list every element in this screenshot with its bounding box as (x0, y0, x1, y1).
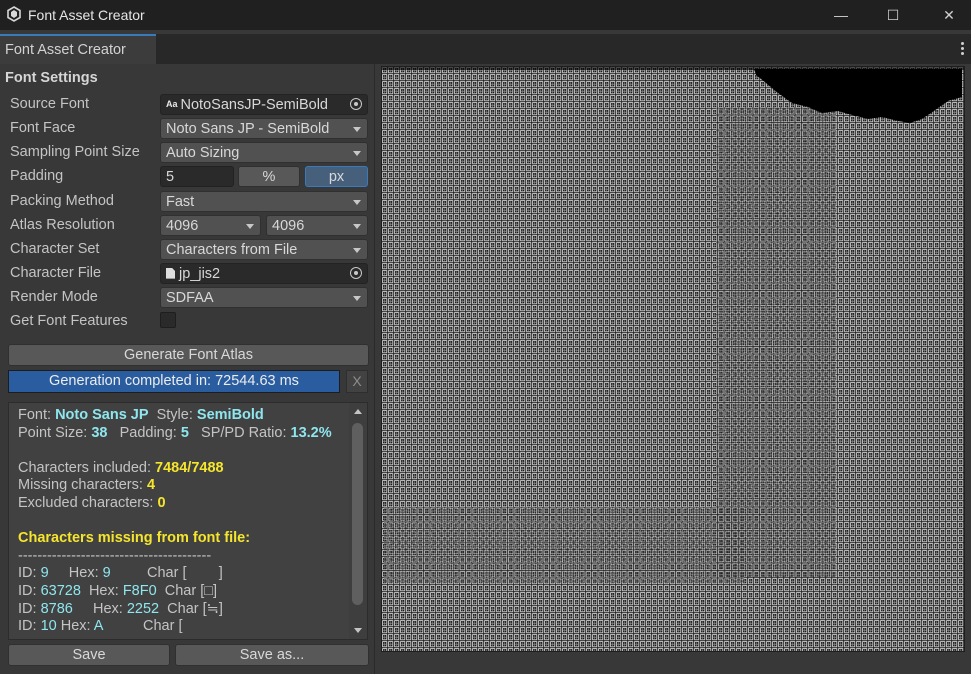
window-title: Font Asset Creator (28, 7, 145, 23)
chevron-down-icon (246, 224, 254, 229)
atlas-height-dropdown[interactable]: 4096 (266, 215, 368, 236)
atlas-width-dropdown[interactable]: 4096 (160, 215, 261, 236)
font-name-label: Font: (18, 407, 52, 423)
font-atlas-texture (382, 67, 964, 651)
font-face-dropdown[interactable]: Noto Sans JP - SemiBold (160, 118, 368, 139)
report-text: Font: Noto Sans JP Style: SemiBold Point… (18, 407, 348, 636)
character-set-dropdown[interactable]: Characters from File (160, 239, 368, 260)
save-button[interactable]: Save (8, 644, 170, 666)
chevron-down-icon (353, 151, 361, 156)
panel-divider[interactable] (374, 64, 375, 674)
chevron-down-icon (353, 248, 361, 253)
sampling-point-size-value: Auto Sizing (166, 145, 240, 161)
render-mode-label: Render Mode (10, 289, 98, 305)
padding-label: Padding (10, 168, 64, 184)
chevron-down-icon (353, 200, 361, 205)
close-button[interactable]: ✕ (934, 4, 964, 26)
chevron-down-icon (353, 127, 361, 132)
tab-font-asset-creator[interactable]: Font Asset Creator (0, 34, 156, 64)
window-titlebar: Font Asset Creator — ☐ ✕ (0, 0, 971, 30)
character-file-field[interactable]: jp_jis2 (160, 263, 368, 284)
render-mode-dropdown[interactable]: SDFAA (160, 287, 368, 308)
get-font-features-label: Get Font Features (10, 313, 128, 329)
tab-bar: Font Asset Creator (0, 34, 971, 64)
source-font-label: Source Font (10, 96, 89, 112)
scroll-thumb[interactable] (352, 423, 363, 605)
font-face-value: Noto Sans JP - SemiBold (166, 121, 330, 137)
font-name-value: Noto Sans JP (55, 407, 149, 423)
included-label: Characters included: (18, 459, 151, 476)
render-mode-value: SDFAA (166, 290, 214, 306)
missing-row: ID: 10 Hex: A Char [ (18, 618, 183, 635)
padding-input[interactable]: 5 (160, 166, 234, 187)
source-font-field[interactable]: Aa NotoSansJP-SemiBold (160, 94, 368, 115)
packing-method-label: Packing Method (10, 193, 114, 209)
generate-font-atlas-button[interactable]: Generate Font Atlas (8, 344, 369, 366)
clear-progress-button[interactable]: X (346, 370, 368, 393)
get-font-features-checkbox[interactable] (160, 312, 176, 328)
more-options-icon[interactable] (961, 42, 965, 56)
missing-value: 4 (146, 477, 156, 494)
character-set-label: Character Set (10, 241, 100, 257)
source-font-value: NotoSansJP-SemiBold (180, 97, 329, 113)
character-set-value: Characters from File (166, 242, 298, 258)
font-asset-icon: Aa (166, 99, 178, 110)
tab-label: Font Asset Creator (5, 42, 126, 58)
missing-row: ID: 9 Hex: 9 Char [ ] (18, 565, 223, 582)
report-scrollbar[interactable] (349, 403, 367, 639)
separator: ---------------------------------------- (18, 547, 212, 564)
sampling-point-size-dropdown[interactable]: Auto Sizing (160, 142, 368, 163)
settings-panel: Font Settings Source Font Aa NotoSansJP-S… (0, 64, 374, 674)
point-size-value: 38 (91, 424, 108, 441)
progress-text: Generation completed in: 72544.63 ms (49, 373, 299, 389)
atlas-width-value: 4096 (166, 218, 199, 234)
generation-progress-bar: Generation completed in: 72544.63 ms (8, 370, 340, 393)
text-file-icon (166, 267, 175, 279)
font-face-label: Font Face (10, 120, 76, 136)
padding-px-button[interactable]: px (305, 166, 368, 187)
character-file-value: jp_jis2 (179, 266, 221, 282)
missing-heading: Characters missing from font file: (18, 530, 251, 547)
padding-percent-button[interactable]: % (238, 166, 300, 187)
chevron-down-icon (353, 224, 361, 229)
ratio-label: SP/PD Ratio: (201, 424, 287, 441)
missing-row: ID: 63728 Hex: F8F0 Char [□] (18, 582, 218, 599)
style-label: Style: (156, 407, 193, 423)
font-atlas-preview (381, 66, 965, 652)
style-value: SemiBold (196, 407, 264, 423)
missing-label: Missing characters: (18, 477, 143, 494)
generation-report: Font: Noto Sans JP Style: SemiBold Point… (8, 402, 368, 640)
minimize-button[interactable]: — (826, 4, 856, 26)
ratio-value: 13.2% (290, 424, 332, 441)
atlas-resolution-label: Atlas Resolution (10, 217, 115, 233)
chevron-down-icon (353, 296, 361, 301)
object-picker-icon[interactable] (350, 267, 362, 279)
report-padding-value: 5 (180, 424, 189, 441)
included-value: 7484/7488 (155, 459, 224, 476)
packing-method-dropdown[interactable]: Fast (160, 191, 368, 212)
object-picker-icon[interactable] (350, 98, 362, 110)
missing-row: ID: 8786 Hex: 2252 Char [≒] (18, 600, 223, 617)
font-settings-heading: Font Settings (5, 70, 98, 86)
packing-method-value: Fast (166, 194, 195, 210)
unity-logo-icon (7, 6, 21, 22)
sampling-point-size-label: Sampling Point Size (10, 144, 140, 160)
report-padding-label: Padding: (119, 424, 177, 441)
save-as-button[interactable]: Save as... (175, 644, 369, 666)
excluded-label: Excluded characters: (18, 494, 154, 511)
scroll-up-icon[interactable] (354, 409, 362, 414)
atlas-height-value: 4096 (272, 218, 305, 234)
maximize-button[interactable]: ☐ (878, 4, 908, 26)
excluded-value: 0 (157, 494, 166, 511)
character-file-label: Character File (10, 265, 102, 281)
scroll-down-icon[interactable] (354, 628, 362, 633)
point-size-label: Point Size: (18, 424, 88, 441)
